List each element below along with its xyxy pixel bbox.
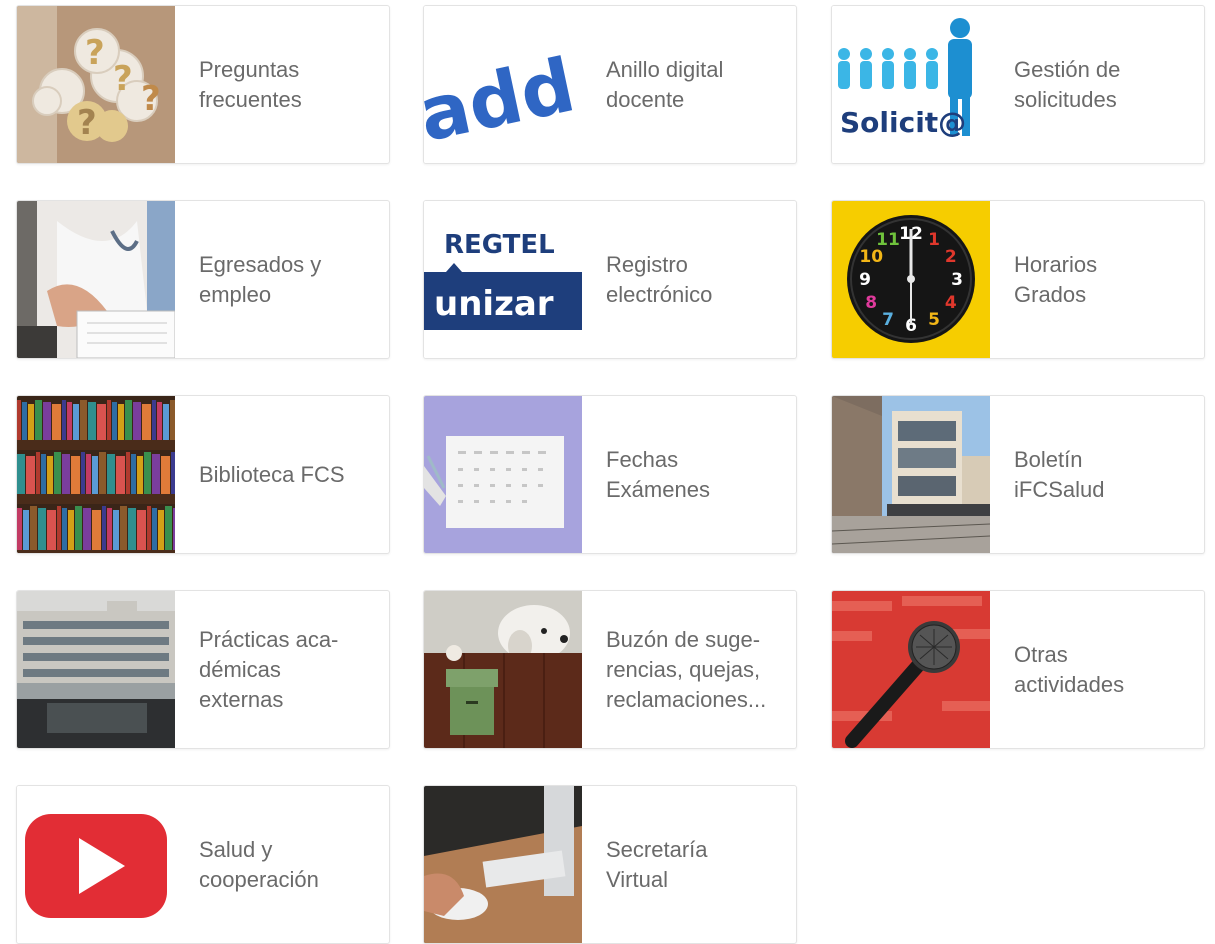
tile-anillo-digital-docente[interactable]: add Anillo digital docente	[423, 5, 797, 164]
tile-buzon-sugerencias[interactable]: Buzón de suge- rencias, quejas, reclamac…	[423, 590, 797, 749]
clock-number: 8	[865, 293, 877, 313]
tile-label: Otras actividades	[1014, 641, 1125, 697]
tile-label: Gestión de solicitudes	[1014, 56, 1121, 112]
tile-boletin-ifcsalud[interactable]: Boletín iFCSalud	[831, 395, 1205, 554]
tile-horarios-grados[interactable]: 121234567891011 Horarios Grados	[831, 200, 1205, 359]
building-image	[832, 396, 990, 553]
tile-label: Egresados y empleo	[199, 251, 322, 307]
clock-number: 9	[859, 270, 871, 290]
tile-label: Preguntas frecuentes	[199, 56, 302, 112]
clock-number: 1	[928, 230, 940, 250]
tile-label: Biblioteca FCS	[199, 461, 345, 487]
svg-text:?: ?	[85, 33, 105, 73]
tile-label: Salud y cooperación	[199, 836, 319, 892]
dog-mailbox-image	[424, 591, 582, 748]
question-marks-image: ????	[17, 6, 175, 163]
svg-text:unizar: unizar	[434, 284, 554, 324]
tile-label: Fechas Exámenes	[606, 446, 710, 502]
svg-text:add: add	[424, 42, 582, 159]
clock-number: 5	[928, 310, 940, 330]
clock-number: 4	[945, 293, 957, 313]
clock-image: 121234567891011	[832, 201, 990, 358]
microphone-image	[832, 591, 990, 748]
tile-preguntas-frecuentes[interactable]: ???? Preguntas frecuentes	[16, 5, 390, 164]
computer-mouse-image	[424, 786, 582, 943]
tile-fechas-examenes[interactable]: Fechas Exámenes	[423, 395, 797, 554]
tile-label: Prácticas aca- démicas externas	[199, 626, 339, 712]
solicita-logo: Solicit@	[832, 6, 990, 163]
svg-text:REGTEL: REGTEL	[444, 230, 555, 260]
clock-number: 7	[882, 310, 894, 330]
tile-label: Secretaría Virtual	[606, 836, 708, 892]
svg-text:?: ?	[113, 59, 133, 99]
regtel-logo: REGTEL unizar	[424, 201, 582, 358]
youtube-icon	[17, 786, 175, 943]
tile-label: Buzón de suge- rencias, quejas, reclamac…	[606, 626, 767, 712]
tile-label: Horarios Grados	[1014, 251, 1098, 307]
hospital-image	[17, 591, 175, 748]
clock-number: 2	[945, 247, 957, 267]
tile-otras-actividades[interactable]: Otras actividades	[831, 590, 1205, 749]
tile-egresados-empleo[interactable]: Egresados y empleo	[16, 200, 390, 359]
clock-number: 11	[876, 230, 900, 250]
calendar-image	[424, 396, 582, 553]
svg-text:Solicit@: Solicit@	[840, 106, 966, 139]
tile-label: Boletín iFCSalud	[1014, 446, 1105, 502]
add-logo: add	[424, 6, 582, 163]
bookshelf-image	[17, 396, 175, 553]
tile-biblioteca-fcs[interactable]: Biblioteca FCS	[16, 395, 390, 554]
clock-number: 3	[951, 270, 963, 290]
tile-gestion-solicitudes[interactable]: Solicit@ Gestión de solicitudes	[831, 5, 1205, 164]
svg-text:?: ?	[77, 103, 97, 143]
tile-salud-cooperacion[interactable]: Salud y cooperación	[16, 785, 390, 944]
svg-text:?: ?	[141, 79, 161, 119]
doctor-image	[17, 201, 175, 358]
tile-practicas-academicas-externas[interactable]: Prácticas aca- démicas externas	[16, 590, 390, 749]
tile-label: Anillo digital docente	[606, 56, 724, 112]
tile-registro-electronico[interactable]: REGTEL unizar Registro electrónico	[423, 200, 797, 359]
tile-secretaria-virtual[interactable]: Secretaría Virtual	[423, 785, 797, 944]
tile-label: Registro electrónico	[606, 251, 713, 307]
